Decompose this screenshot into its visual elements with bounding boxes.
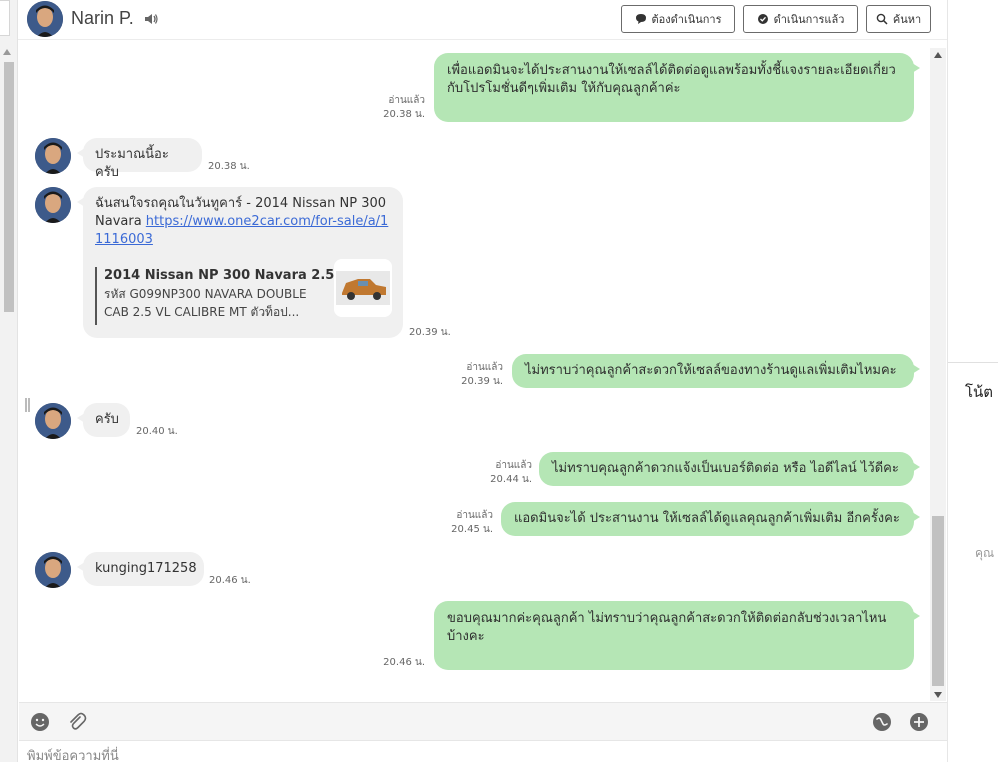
chat-header: Narin P. ต้องดำเนินการ ดำเนินการแล้ว ค้น… <box>18 0 947 40</box>
sender-avatar[interactable] <box>35 187 71 223</box>
notes-divider <box>948 362 998 363</box>
outgoing-message[interactable]: ไม่ทราบคุณลูกค้าดวกแจ้งเป็นเบอร์ติดต่อ ห… <box>539 452 920 486</box>
read-status: อ่านแล้ว <box>388 95 425 106</box>
chat-scrollbar-thumb[interactable] <box>932 516 944 686</box>
message-time: 20.39 น. <box>461 376 503 387</box>
pending-filter-button[interactable]: ต้องดำเนินการ <box>621 5 735 33</box>
resize-handle[interactable] <box>25 398 30 412</box>
contact-name: Narin P. <box>71 8 134 28</box>
message-text: ประมาณนี้อะครับ <box>95 147 169 180</box>
message-input[interactable] <box>19 742 947 762</box>
chat-scrollbar[interactable] <box>930 48 946 701</box>
link-preview-thumbnail <box>334 259 392 317</box>
composer-toolbar <box>19 702 947 741</box>
message-time: 20.39 น. <box>409 327 451 338</box>
done-filter-label: ดำเนินการแล้ว <box>773 13 845 26</box>
message-text: แอดมินจะได้ ประสานงาน ให้เซลล์ได้ดูแลคุณ… <box>514 511 900 526</box>
message-time: 20.38 น. <box>208 161 250 172</box>
notes-panel: โน้ต คุณ <box>947 0 998 762</box>
message-text: ขอบคุณมากค่ะคุณลูกค้า ไม่ทราบว่าคุณลูกค้… <box>447 611 887 644</box>
left-panel-edge <box>0 0 18 762</box>
message-text: kunging171258 <box>95 561 197 576</box>
message-time: 20.46 น. <box>209 575 251 586</box>
message-time: 20.38 น. <box>383 109 425 120</box>
contact-avatar[interactable] <box>27 1 63 37</box>
outgoing-message[interactable]: ขอบคุณมากค่ะคุณลูกค้า ไม่ทราบว่าคุณลูกค้… <box>434 601 920 670</box>
done-filter-button[interactable]: ดำเนินการแล้ว <box>743 5 858 33</box>
left-scrollbar-thumb[interactable] <box>4 62 14 312</box>
message-time: 20.45 น. <box>451 524 493 535</box>
pending-filter-label: ต้องดำเนินการ <box>651 13 722 26</box>
message-text: ไม่ทราบคุณลูกค้าดวกแจ้งเป็นเบอร์ติดต่อ ห… <box>552 461 899 476</box>
incoming-link-message[interactable]: ฉันสนใจรถคุณในวันทูคาร์ - 2014 Nissan NP… <box>77 187 403 338</box>
read-status: อ่านแล้ว <box>495 460 532 471</box>
add-circle-icon[interactable] <box>908 711 930 733</box>
paperclip-icon[interactable] <box>66 711 88 733</box>
read-status: อ่านแล้ว <box>456 510 493 521</box>
outgoing-message[interactable]: ไม่ทราบว่าคุณลูกค้าสะดวกให้เซลล์ของทางร้… <box>512 354 920 388</box>
incoming-message[interactable]: ประมาณนี้อะครับ <box>77 138 202 180</box>
scroll-down-arrow[interactable] <box>934 692 942 698</box>
message-meta: อ่านแล้ว 20.39 น. <box>456 361 503 389</box>
incoming-message[interactable]: kunging171258 <box>77 552 204 586</box>
speech-bubble-icon <box>635 14 646 24</box>
outgoing-message[interactable]: แอดมินจะได้ ประสานงาน ให้เซลล์ได้ดูแลคุณ… <box>501 502 920 536</box>
sender-avatar[interactable] <box>35 552 71 588</box>
left-panel-input-edge[interactable] <box>0 0 10 36</box>
message-time: 20.44 น. <box>490 474 532 485</box>
search-button[interactable]: ค้นหา <box>866 5 931 33</box>
scroll-up-arrow[interactable] <box>934 52 942 58</box>
message-list[interactable]: อ่านแล้ว 20.38 น. เพื่อแอดมินจะได้ประสาน… <box>19 41 930 701</box>
outgoing-message[interactable]: เพื่อแอดมินจะได้ประสานงานให้เซลล์ได้ติดต… <box>434 53 920 122</box>
incoming-message[interactable]: ครับ <box>77 403 130 437</box>
message-meta: 20.46 น. <box>379 656 425 670</box>
read-status: อ่านแล้ว <box>466 362 503 373</box>
link-preview-description: รหัส G099NP300 NAVARA DOUBLE CAB 2.5 VL … <box>104 287 307 319</box>
sender-avatar[interactable] <box>35 403 71 439</box>
message-text: เพื่อแอดมินจะได้ประสานงานให้เซลล์ได้ติดต… <box>447 63 896 96</box>
message-text: ไม่ทราบว่าคุณลูกค้าสะดวกให้เซลล์ของทางร้… <box>525 363 897 378</box>
message-meta: อ่านแล้ว 20.45 น. <box>446 509 493 537</box>
left-scroll-up-arrow[interactable] <box>3 49 11 55</box>
sticker-icon[interactable] <box>871 711 893 733</box>
message-text: ครับ <box>95 412 119 427</box>
link-preview-card[interactable]: 2014 Nissan NP 300 Navara 2.5 ... รหัส G… <box>95 259 392 325</box>
search-icon <box>876 13 888 25</box>
sender-avatar[interactable] <box>35 138 71 174</box>
search-label: ค้นหา <box>892 13 922 26</box>
notes-hint: คุณ <box>975 546 995 560</box>
notes-title: โน้ต <box>965 383 994 401</box>
message-text: ฉันสนใจรถคุณในวันทูคาร์ - 2014 Nissan NP… <box>95 195 391 249</box>
chat-window: Narin P. ต้องดำเนินการ ดำเนินการแล้ว ค้น… <box>0 0 998 762</box>
speaker-icon[interactable] <box>143 11 159 27</box>
emoji-icon[interactable] <box>29 711 51 733</box>
message-time: 20.40 น. <box>136 426 178 437</box>
chat-check-icon <box>757 14 768 24</box>
message-meta: อ่านแล้ว 20.44 น. <box>485 459 532 487</box>
message-time: 20.46 น. <box>383 657 425 668</box>
message-meta: อ่านแล้ว 20.38 น. <box>379 94 425 122</box>
